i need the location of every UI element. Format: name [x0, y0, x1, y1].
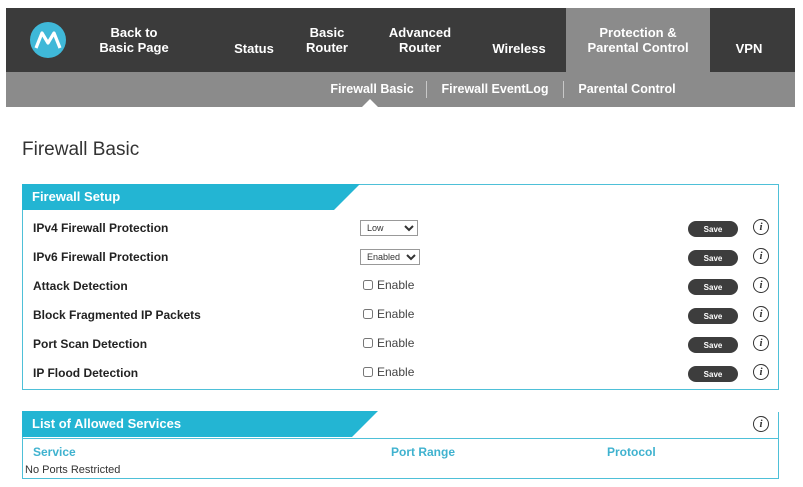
page-title: Firewall Basic — [22, 139, 140, 160]
info-icon[interactable]: i — [753, 364, 769, 380]
checkbox-label: Enable — [377, 336, 415, 350]
row-ip-flood: IP Flood Detection Enable Save i — [23, 359, 778, 388]
port-scan-checkbox[interactable]: Enable — [363, 336, 414, 350]
row-ipv4-firewall: IPv4 Firewall Protection Low Save i — [23, 214, 778, 243]
save-button[interactable]: Save — [688, 279, 738, 295]
save-button[interactable]: Save — [688, 250, 738, 266]
nav-protection-parental[interactable]: Protection & Parental Control — [566, 8, 710, 72]
nav-basic-router-label: Basic Router — [306, 25, 348, 55]
attack-detection-checkbox[interactable]: Enable — [363, 278, 414, 292]
subnav-divider — [563, 81, 564, 98]
header-rule — [22, 438, 779, 439]
row-block-fragmented: Block Fragmented IP Packets Enable Save … — [23, 301, 778, 330]
info-icon[interactable]: i — [753, 416, 769, 432]
allowed-services-section: List of Allowed Services i Service Port … — [22, 411, 779, 479]
subnav-parental-control[interactable]: Parental Control — [569, 72, 685, 107]
firewall-setup-title: Firewall Setup — [22, 184, 334, 210]
checkbox[interactable] — [363, 338, 373, 348]
ipv4-protection-select[interactable]: Low — [360, 220, 418, 236]
checkbox[interactable] — [363, 367, 373, 377]
app-frame: Back to Basic Page Status Basic Router A… — [6, 8, 795, 487]
row-label: IP Flood Detection — [33, 366, 139, 380]
save-button[interactable]: Save — [688, 308, 738, 324]
nav-basic-router[interactable]: Basic Router — [298, 8, 356, 72]
info-icon[interactable]: i — [753, 277, 769, 293]
row-label: Port Scan Detection — [33, 337, 148, 351]
checkbox-label: Enable — [377, 365, 415, 379]
ip-flood-checkbox[interactable]: Enable — [363, 365, 414, 379]
checkbox[interactable] — [363, 309, 373, 319]
header-slant — [352, 411, 378, 437]
motorola-logo-icon[interactable] — [30, 22, 66, 58]
nav-back-label: Back to Basic Page — [99, 25, 169, 55]
subnav-divider — [426, 81, 427, 98]
save-button[interactable]: Save — [688, 221, 738, 237]
subnav-firewall-eventlog[interactable]: Firewall EventLog — [432, 72, 558, 107]
nav-wireless-label: Wireless — [492, 40, 546, 56]
row-label: Block Fragmented IP Packets — [33, 308, 201, 322]
nav-vpn-label: VPN — [735, 40, 763, 56]
nav-advanced-router-label: Advanced Router — [388, 25, 452, 55]
nav-protection-label: Protection & Parental Control — [587, 25, 689, 55]
ipv6-protection-select[interactable]: Enabled — [360, 249, 420, 265]
column-header-port-range: Port Range — [391, 445, 456, 459]
firewall-setup-section: Firewall Setup IPv4 Firewall Protection … — [22, 184, 779, 390]
checkbox[interactable] — [363, 280, 373, 290]
top-nav: Back to Basic Page Status Basic Router A… — [6, 8, 795, 72]
nav-advanced-router[interactable]: Advanced Router — [382, 8, 458, 72]
nav-back-to-basic[interactable]: Back to Basic Page — [92, 8, 176, 72]
info-icon[interactable]: i — [753, 248, 769, 264]
info-icon[interactable]: i — [753, 335, 769, 351]
row-label: Attack Detection — [33, 279, 128, 293]
allowed-services-title: List of Allowed Services — [22, 411, 352, 437]
checkbox-label: Enable — [377, 278, 415, 292]
nav-wireless[interactable]: Wireless — [484, 8, 554, 72]
sub-nav: Firewall Basic Firewall EventLog Parenta… — [6, 72, 795, 107]
nav-status[interactable]: Status — [225, 8, 283, 72]
row-label: IPv4 Firewall Protection — [33, 221, 169, 235]
checkbox-label: Enable — [377, 307, 415, 321]
column-header-service: Service — [33, 445, 76, 459]
row-ipv6-firewall: IPv6 Firewall Protection Enabled Save i — [23, 243, 778, 272]
empty-list-message: No Ports Restricted — [25, 464, 121, 476]
header-slant — [334, 184, 360, 210]
nav-vpn[interactable]: VPN — [724, 8, 774, 72]
nav-status-label: Status — [234, 40, 274, 56]
row-attack-detection: Attack Detection Enable Save i — [23, 272, 778, 301]
info-icon[interactable]: i — [753, 306, 769, 322]
block-fragmented-checkbox[interactable]: Enable — [363, 307, 414, 321]
row-label: IPv6 Firewall Protection — [33, 250, 169, 264]
column-header-protocol: Protocol — [607, 445, 656, 459]
save-button[interactable]: Save — [688, 337, 738, 353]
save-button[interactable]: Save — [688, 366, 738, 382]
info-icon[interactable]: i — [753, 219, 769, 235]
active-tab-indicator — [362, 99, 378, 107]
row-port-scan: Port Scan Detection Enable Save i — [23, 330, 778, 359]
